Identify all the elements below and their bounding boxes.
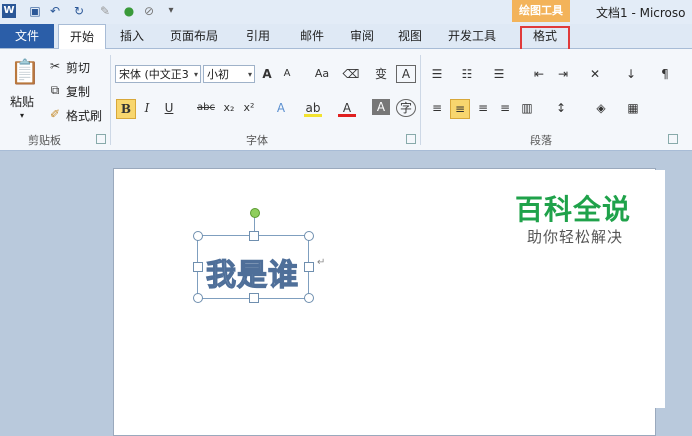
strikethrough-button[interactable]: abc — [194, 99, 218, 117]
wordart-text[interactable]: 我是谁 — [205, 250, 299, 294]
resize-handle-top-right[interactable] — [304, 231, 314, 241]
format-painter-button[interactable]: 格式刷 — [66, 107, 102, 124]
multilevel-list-icon[interactable]: ☰ — [490, 65, 508, 83]
watermark-subtitle: 助你轻松解决 — [527, 228, 624, 246]
rotate-handle[interactable] — [250, 208, 260, 218]
align-center-icon[interactable]: ≡ — [450, 99, 470, 119]
align-right-icon[interactable]: ≡ — [474, 99, 492, 117]
paste-icon[interactable]: 📋 — [10, 55, 40, 89]
font-size-combo[interactable]: 小初 ▾ — [203, 65, 255, 83]
tab-home[interactable]: 开始 — [58, 24, 106, 50]
paste-dropdown-icon[interactable]: ▾ — [20, 111, 24, 120]
resize-handle-top-left[interactable] — [193, 231, 203, 241]
watermark-box: 百科全说 助你轻松解决 — [497, 170, 665, 408]
document-title: 文档1 - Microso — [596, 6, 686, 20]
change-case-button[interactable]: Aa — [310, 65, 334, 83]
subscript-button[interactable]: x₂ — [220, 99, 238, 117]
justify-icon[interactable]: ≡ — [496, 99, 514, 117]
tab-mailings[interactable]: 邮件 — [290, 24, 334, 48]
chevron-down-icon: ▾ — [247, 70, 252, 79]
tab-view[interactable]: 视图 — [388, 24, 432, 48]
resize-handle-right[interactable] — [304, 262, 314, 272]
group-separator — [420, 55, 421, 145]
align-left-icon[interactable]: ≡ — [428, 99, 446, 117]
chevron-down-icon: ▾ — [193, 70, 198, 79]
phonetic-guide-icon[interactable]: 变 — [372, 65, 390, 83]
title-bar: W ▣ ↶ ↻ ✎ ● ⊘ ▾ 绘图工具 文档1 - Microso — [0, 0, 692, 24]
superscript-button[interactable]: x² — [240, 99, 258, 117]
resize-handle-top[interactable] — [249, 231, 259, 241]
format-painter-qat-icon[interactable]: ✎ — [98, 4, 112, 18]
word-app-icon[interactable]: W — [2, 4, 16, 18]
cut-icon: ✂ — [49, 59, 61, 73]
format-painter-icon: ✐ — [49, 107, 61, 121]
tab-review[interactable]: 审阅 — [340, 24, 384, 48]
clear-icon[interactable]: ⊘ — [142, 4, 156, 18]
tab-file[interactable]: 文件 — [0, 24, 54, 48]
distributed-icon[interactable]: ▥ — [518, 99, 536, 117]
copy-button[interactable]: 复制 — [66, 83, 90, 100]
chinese-layout-icon[interactable]: ✕ — [586, 65, 604, 83]
bullets-icon[interactable]: ☰ — [428, 65, 446, 83]
enclose-characters-icon[interactable]: 字 — [396, 99, 416, 117]
resize-handle-bottom-left[interactable] — [193, 293, 203, 303]
font-name-combo[interactable]: 宋体 (中文正3 ▾ — [115, 65, 201, 83]
ribbon: 📋 粘贴 ▾ ✂ 剪切 ⧉ 复制 ✐ 格式刷 剪贴板 宋体 (中文正3 ▾ 小初… — [0, 49, 692, 151]
line-spacing-icon[interactable]: ↕ — [552, 99, 570, 117]
group-separator — [110, 55, 111, 145]
resize-handle-bottom-right[interactable] — [304, 293, 314, 303]
customize-qat-icon[interactable]: ▾ — [164, 4, 178, 18]
clipboard-group-label: 剪贴板 — [28, 134, 61, 147]
clipboard-launcher-icon[interactable] — [96, 134, 106, 144]
grow-font-button[interactable]: A — [258, 65, 276, 83]
character-border-icon[interactable]: A — [396, 65, 416, 83]
tab-page-layout[interactable]: 页面布局 — [160, 24, 228, 48]
clear-formatting-icon[interactable]: ⌫ — [342, 65, 360, 83]
font-size-value: 小初 — [207, 68, 229, 81]
text-effects-icon[interactable]: A — [272, 99, 290, 117]
sort-icon[interactable]: ↓ — [622, 65, 640, 83]
decrease-indent-icon[interactable]: ⇤ — [530, 65, 548, 83]
paragraph-mark: ↵ — [317, 257, 326, 268]
undo-icon[interactable]: ↶ — [48, 4, 62, 18]
cut-button[interactable]: 剪切 — [66, 59, 90, 76]
resize-handle-bottom[interactable] — [249, 293, 259, 303]
paragraph-group-label: 段落 — [530, 134, 552, 147]
character-shading-icon[interactable]: A — [372, 99, 390, 115]
drawing-tools-context-label: 绘图工具 — [512, 0, 570, 22]
font-launcher-icon[interactable] — [406, 134, 416, 144]
shading-icon[interactable]: ◈ — [592, 99, 610, 117]
shrink-font-button[interactable]: A — [278, 65, 296, 83]
watermark-title: 百科全说 — [515, 193, 632, 226]
paste-button[interactable]: 粘贴 — [10, 93, 34, 110]
wordart-textbox[interactable]: 我是谁 ↵ — [193, 208, 325, 303]
increase-indent-icon[interactable]: ⇥ — [554, 65, 572, 83]
tab-references[interactable]: 引用 — [236, 24, 280, 48]
font-group-label: 字体 — [246, 134, 268, 147]
show-marks-icon[interactable]: ¶ — [656, 65, 674, 83]
paragraph-launcher-icon[interactable] — [668, 134, 678, 144]
redo-icon[interactable]: ↻ — [72, 4, 86, 18]
borders-icon[interactable]: ▦ — [624, 99, 642, 117]
tab-developer[interactable]: 开发工具 — [440, 24, 504, 48]
tab-insert[interactable]: 插入 — [112, 24, 152, 48]
font-name-value: 宋体 (中文正3 — [119, 68, 189, 81]
color-icon[interactable]: ● — [122, 4, 136, 18]
resize-handle-left[interactable] — [193, 262, 203, 272]
ribbon-tab-row: 文件 开始 插入 页面布局 引用 邮件 审阅 视图 开发工具 格式 — [0, 24, 692, 50]
bold-button[interactable]: B — [116, 99, 136, 119]
save-icon[interactable]: ▣ — [28, 4, 42, 18]
numbering-icon[interactable]: ☷ — [458, 65, 476, 83]
highlight-color-icon[interactable]: ab — [304, 99, 322, 117]
font-color-icon[interactable]: A — [338, 99, 356, 117]
underline-button[interactable]: U — [160, 99, 178, 117]
italic-button[interactable]: I — [138, 99, 156, 117]
copy-icon: ⧉ — [50, 83, 60, 97]
